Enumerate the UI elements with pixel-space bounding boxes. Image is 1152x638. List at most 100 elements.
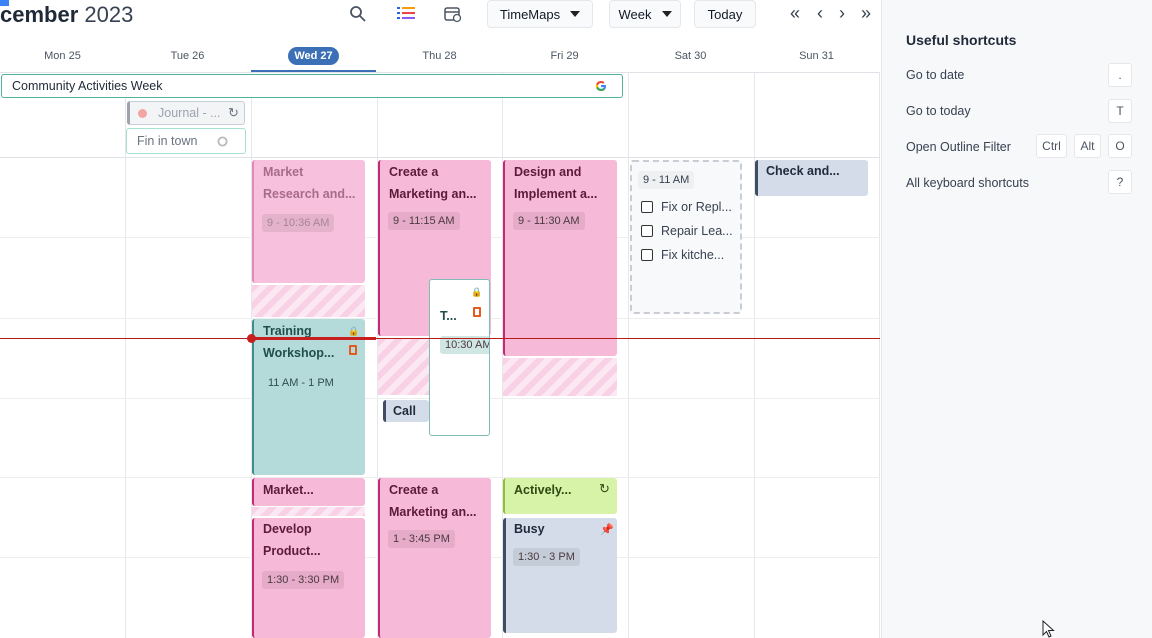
day-header-fri[interactable]: Fri 29 — [502, 40, 627, 72]
view-selector-label: TimeMaps — [499, 6, 561, 22]
event-title: Training Workshop... — [263, 324, 335, 360]
list-icon[interactable] — [396, 4, 416, 24]
event-design-implement[interactable]: Design and Implement a... 9 - 11:30 AM — [503, 160, 617, 356]
event-title: T... — [440, 309, 457, 323]
range-selector-label: Week — [618, 6, 652, 22]
page-title: cember 2023 — [0, 2, 134, 27]
day-header-mon[interactable]: Mon 25 — [0, 40, 125, 72]
event-title: Community Activities Week — [12, 79, 163, 93]
current-time-line-today — [251, 337, 376, 340]
shortcut-label: Go to today — [906, 104, 971, 118]
all-day-event-community[interactable]: Community Activities Week — [1, 74, 623, 98]
double-chevron-left-icon[interactable]: « — [786, 4, 804, 22]
grid-line — [0, 72, 880, 73]
current-time-dot — [247, 334, 256, 343]
event-title: Fin in town — [137, 134, 198, 148]
event-title: Journal - ... — [158, 106, 221, 120]
shortcut-key: . — [1108, 63, 1132, 87]
calendar-sync-icon[interactable] — [443, 4, 463, 24]
panel-title: Useful shortcuts — [906, 32, 1017, 48]
day-header-thu[interactable]: Thu 28 — [377, 40, 502, 72]
error-icon — [138, 109, 147, 118]
day-header-wed[interactable]: Wed 27 — [251, 40, 376, 72]
today-button[interactable]: Today — [694, 0, 756, 28]
office-icon — [349, 345, 357, 355]
buffer-block — [252, 507, 365, 516]
event-time: 1:30 - 3 PM — [513, 548, 580, 566]
event-time: 9 - 11 AM — [638, 171, 695, 189]
buffer-block — [378, 339, 430, 395]
lock-icon: 🔒 — [348, 326, 360, 336]
mouse-cursor-icon — [1042, 620, 1055, 638]
task-item[interactable]: Fix kitche... — [641, 248, 724, 262]
chevron-left-icon[interactable]: ‹ — [811, 4, 829, 22]
event-t[interactable]: 🔒 T... 10:30 AM — [429, 279, 490, 436]
event-time: 1 - 3:45 PM — [388, 530, 455, 548]
event-title: Busy — [514, 522, 545, 536]
day-header-sat[interactable]: Sat 30 — [628, 40, 753, 72]
buffer-block — [503, 358, 617, 396]
event-market-small[interactable]: Market... — [252, 478, 365, 506]
recurring-icon: ↻ — [599, 481, 610, 496]
double-chevron-right-icon[interactable]: » — [857, 4, 875, 22]
recurring-icon: ↻ — [228, 105, 239, 120]
shortcut-key: T — [1108, 99, 1132, 123]
event-title: Check and... — [766, 164, 840, 178]
task-item[interactable]: Repair Lea... — [641, 224, 733, 238]
event-market-research[interactable]: Market Research and... 9 - 10:36 AM — [252, 160, 365, 283]
event-title: Create a Marketing an... — [389, 165, 477, 201]
chevron-down-icon — [570, 11, 581, 17]
chevron-down-icon — [661, 11, 672, 17]
shortcut-key: O — [1108, 134, 1132, 158]
event-sat-tasks[interactable]: 9 - 11 AM Fix or Repl... Repair Lea... F… — [630, 160, 742, 314]
event-training-workshop[interactable]: Training Workshop... 🔒 11 AM - 1 PM — [252, 319, 365, 475]
task-item[interactable]: Fix or Repl... — [641, 200, 732, 214]
pin-icon: 📌 — [600, 524, 614, 536]
buffer-block — [252, 285, 365, 317]
search-icon[interactable] — [348, 4, 368, 24]
all-day-event-journal[interactable]: Journal - ... ↻ — [127, 101, 245, 125]
event-title: Design and Implement a... — [514, 165, 598, 201]
task-label: Fix or Repl... — [661, 200, 732, 214]
event-title: Actively... — [514, 483, 572, 497]
shortcut-label: All keyboard shortcuts — [906, 176, 1029, 190]
task-label: Fix kitche... — [661, 248, 725, 262]
event-title: Create a Marketing an... — [389, 483, 477, 519]
day-header-sun[interactable]: Sun 31 — [754, 40, 879, 72]
range-selector[interactable]: Week — [609, 0, 681, 28]
task-checkbox[interactable] — [641, 225, 653, 237]
shortcut-label: Go to date — [906, 68, 965, 82]
event-time: 9 - 10:36 AM — [262, 214, 335, 232]
task-label: Repair Lea... — [661, 224, 733, 238]
google-icon — [595, 81, 606, 91]
shortcut-label: Open Outline Filter — [906, 140, 1011, 154]
event-title: Market Research and... — [263, 165, 356, 201]
current-time-line — [0, 338, 880, 339]
google-icon — [217, 136, 228, 147]
all-day-event-fin[interactable]: Fin in town — [126, 128, 246, 154]
today-button-label: Today — [707, 6, 743, 22]
grid-line — [0, 157, 880, 158]
shortcut-key: Ctrl — [1036, 134, 1067, 158]
task-checkbox[interactable] — [641, 249, 653, 261]
lock-icon: 🔒 — [471, 287, 483, 297]
event-time: 1:30 - 3:30 PM — [262, 571, 345, 589]
event-time: 9 - 11:15 AM — [388, 212, 460, 230]
event-busy[interactable]: Busy 📌 1:30 - 3 PM — [503, 518, 617, 633]
shortcut-key: ? — [1108, 170, 1132, 194]
event-call[interactable]: Call M — [383, 400, 429, 422]
event-time: 9 - 11:30 AM — [513, 212, 585, 230]
event-develop-product[interactable]: Develop Product... 1:30 - 3:30 PM — [252, 518, 365, 638]
shortcut-key: Alt — [1074, 134, 1101, 158]
event-time: 11 AM - 1 PM — [268, 377, 334, 389]
event-create-marketing-2[interactable]: Create a Marketing an... 1 - 3:45 PM — [378, 478, 491, 638]
event-title: Call M — [393, 404, 416, 418]
event-check-and[interactable]: Check and... — [755, 160, 868, 196]
day-header-tue[interactable]: Tue 26 — [125, 40, 250, 72]
chevron-right-icon[interactable]: › — [833, 4, 851, 22]
event-title: Market... — [263, 483, 314, 497]
event-actively[interactable]: Actively... ↻ — [503, 478, 617, 514]
view-selector[interactable]: TimeMaps — [487, 0, 593, 28]
task-checkbox[interactable] — [641, 201, 653, 213]
shortcuts-panel — [881, 0, 1152, 638]
